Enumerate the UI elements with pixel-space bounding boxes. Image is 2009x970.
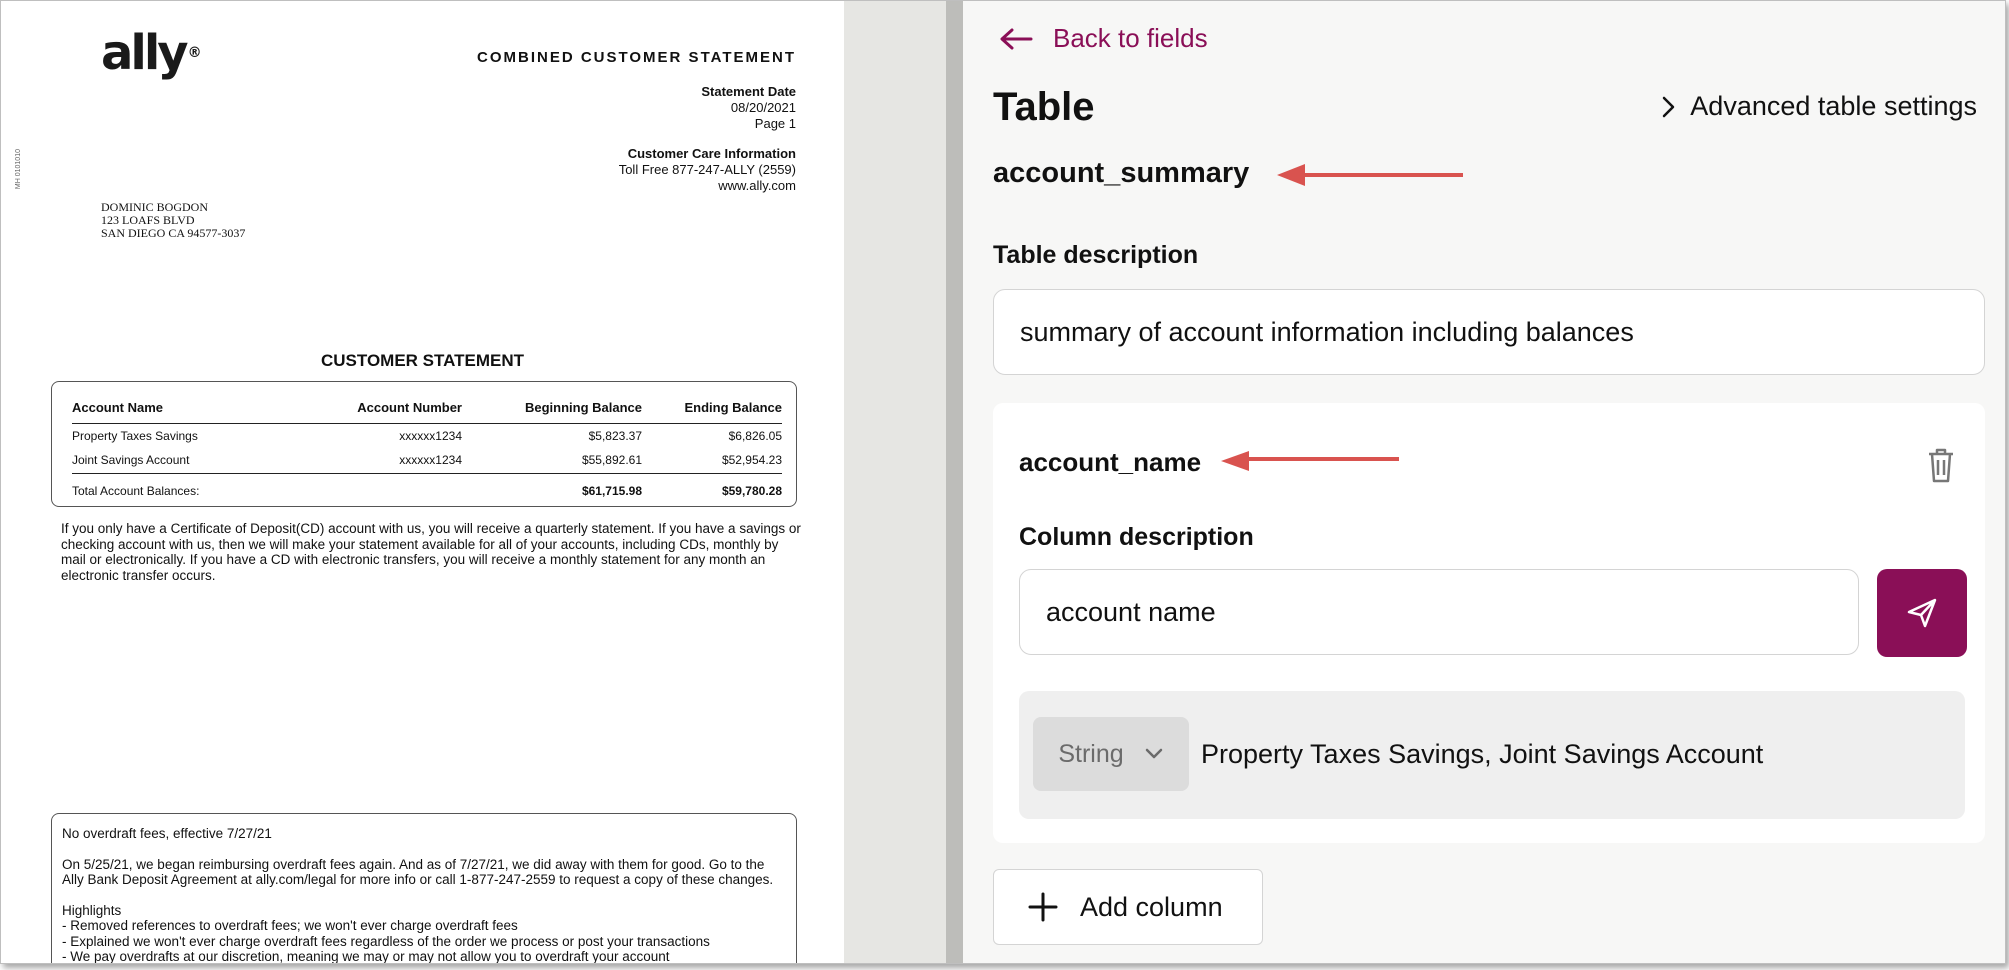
highlight-item: - Explained we won't ever charge overdra… [62, 933, 710, 949]
care-label: Customer Care Information [627, 146, 796, 161]
column-header: Account Name [72, 394, 302, 424]
advanced-settings-label: Advanced table settings [1690, 91, 1977, 121]
document-scrollbar[interactable] [946, 1, 963, 963]
mailing-address: DOMINIC BOGDON 123 LOAFS BLVD SAN DIEGO … [101, 201, 245, 240]
statement-info: Statement Date 08/20/2021 Page 1 [701, 84, 796, 132]
statement-date-label: Statement Date [701, 84, 796, 99]
total-ending-balance: $59,780.28 [642, 473, 782, 503]
back-to-fields-link[interactable]: Back to fields [999, 23, 1208, 54]
advanced-table-settings-toggle[interactable]: Advanced table settings [1658, 91, 1977, 122]
table-cell: Joint Savings Account [72, 453, 190, 467]
column-description-input[interactable] [1019, 569, 1859, 655]
back-label: Back to fields [1053, 23, 1208, 53]
table-cell [302, 473, 462, 503]
column-card: account_name Column description String [993, 403, 1985, 843]
column-header: Beginning Balance [462, 394, 642, 424]
type-select-value: String [1058, 739, 1124, 768]
table-cell: Property Taxes Savings [72, 429, 198, 443]
arrow-left-icon [1000, 28, 1033, 49]
table-cell: $6,826.05 [728, 429, 782, 443]
statement-frequency-paragraph: If you only have a Certificate of Deposi… [61, 521, 801, 583]
notice-title: No overdraft fees, effective 7/27/21 [62, 826, 272, 841]
column-header: Ending Balance [642, 394, 782, 424]
total-beginning-balance: $61,715.98 [462, 473, 642, 503]
page-number: Page 1 [754, 116, 796, 131]
column-name: account_name [1019, 447, 1202, 477]
annotation-arrow [1277, 164, 1463, 186]
table-cell: $52,954.23 [721, 453, 782, 467]
customer-care-info: Customer Care Information Toll Free 877-… [619, 146, 796, 194]
website: www.ally.com [718, 178, 796, 193]
total-label: Total Account Balances: [72, 473, 302, 503]
column-type-row: String Property Taxes Savings, Joint Sav… [1019, 691, 1965, 819]
overdraft-notice-box: No overdraft fees, effective 7/27/21 On … [51, 813, 797, 964]
notice-body: On 5/25/21, we began reimbursing overdra… [62, 856, 774, 888]
table-description-label: Table description [993, 241, 1199, 269]
chevron-right-icon [1663, 96, 1675, 117]
ally-logo: ally ® [101, 25, 202, 81]
highlight-item: - Removed references to overdraft fees; … [62, 918, 518, 933]
table-editor-panel: Back to fields Table Advanced table sett… [963, 1, 2005, 963]
type-select[interactable]: String [1033, 717, 1189, 791]
table-cell: xxxxxx1234 [399, 453, 462, 467]
add-column-button[interactable]: Add column [993, 869, 1263, 945]
chevron-down-icon [1145, 748, 1162, 759]
overdraft-notice: No overdraft fees, effective 7/27/21 On … [62, 826, 782, 964]
table-description-input[interactable] [993, 289, 1985, 375]
plus-icon [1028, 892, 1058, 922]
account-summary-box: Account Name Account Number Beginning Ba… [51, 381, 797, 507]
viewer-gutter [844, 1, 946, 963]
add-column-label: Add column [1080, 891, 1223, 922]
statement-date: 08/20/2021 [730, 100, 796, 115]
column-description-label: Column description [1019, 523, 1254, 551]
screenshot-frame: ally ® MH 0101010 COMBINED CUSTOMER STATE… [0, 0, 2006, 964]
highlights-label: Highlights [62, 902, 122, 918]
document-side-code: MH 0101010 [15, 149, 22, 190]
table-row: Joint Savings Account xxxxxx1234 $55,892… [72, 448, 782, 474]
annotation-arrow [1221, 451, 1399, 471]
table-row: Property Taxes Savings xxxxxx1234 $5,823… [72, 424, 782, 449]
column-example-values: Property Taxes Savings, Joint Savings Ac… [1201, 739, 1764, 769]
send-button[interactable] [1877, 569, 1967, 657]
table-header-row: Account Name Account Number Beginning Ba… [72, 394, 782, 424]
toll-free-number: Toll Free 877-247-ALLY (2559) [618, 162, 796, 177]
table-cell: $55,892.61 [581, 453, 642, 467]
document-heading: COMBINED CUSTOMER STATEMENT [477, 49, 796, 66]
total-row: Total Account Balances: $61,715.98 $59,7… [72, 473, 782, 503]
highlight-item: - We pay overdrafts at our discretion, m… [62, 949, 670, 964]
table-cell: $5,823.37 [588, 429, 642, 443]
column-header: Account Number [302, 394, 462, 424]
address-line: SAN DIEGO CA 94577-3037 [101, 226, 246, 240]
send-icon [1907, 598, 1937, 628]
customer-statement-title: CUSTOMER STATEMENT [320, 351, 525, 370]
table-cell: xxxxxx1234 [399, 429, 462, 443]
document-preview: ally ® MH 0101010 COMBINED CUSTOMER STATE… [1, 1, 844, 963]
account-summary-table: Account Name Account Number Beginning Ba… [72, 394, 782, 503]
trash-icon[interactable] [1923, 445, 1959, 485]
page-title: Table [993, 85, 1095, 129]
table-name: account_summary [993, 157, 1250, 189]
